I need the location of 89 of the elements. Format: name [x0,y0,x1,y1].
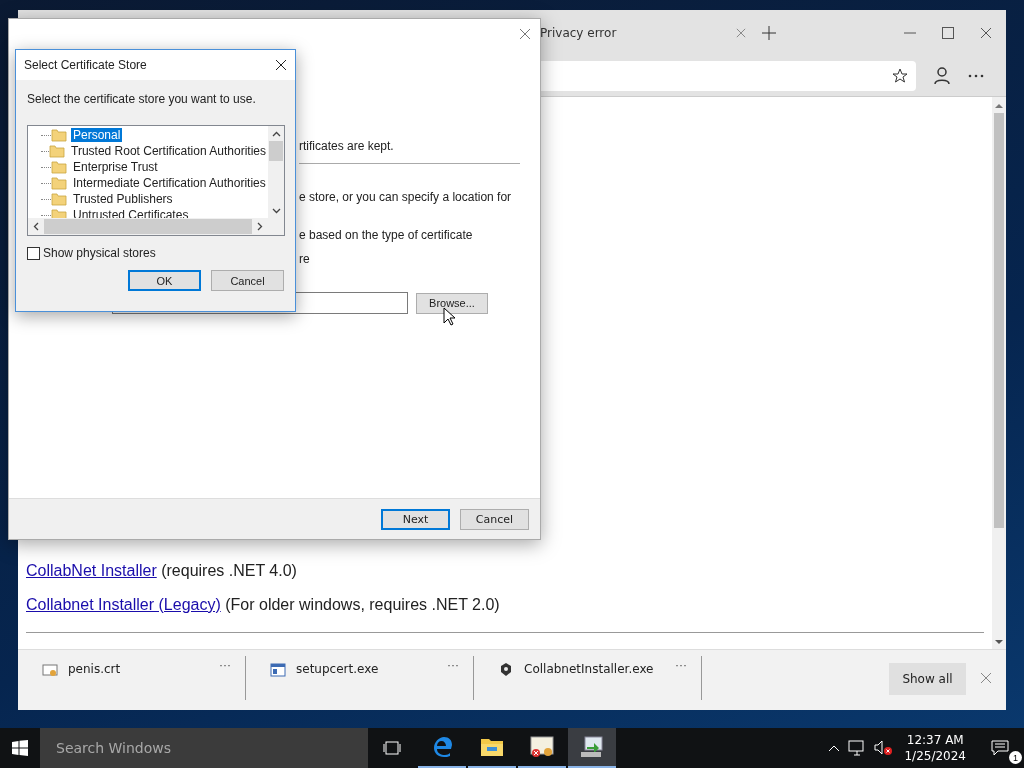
certificate-icon [529,735,555,759]
dialog-button[interactable]: Cancel [211,270,284,291]
installer-link[interactable]: Collabnet Installer (Legacy) [26,596,221,613]
folder-icon [480,736,504,758]
wizard-text: e store, or you can specify a location for [299,190,513,204]
new-tab-button[interactable] [762,26,776,40]
close-icon [980,672,992,684]
file-name: penis.crt [68,662,122,676]
maximize-icon [942,27,954,39]
close-wizard-button[interactable] [519,28,531,40]
requirement-note: (For older windows, requires .NET 2.0) [225,596,500,613]
notification-count: 1 [1009,751,1022,764]
star-icon [892,68,908,84]
mouse-pointer-icon [443,307,455,326]
installer-link[interactable]: CollabNet Installer [26,562,157,579]
browse-button[interactable]: Browse... [416,292,488,314]
clock-date: 1/25/2024 [904,748,966,764]
store-item[interactable]: Intermediate Certification Authorities [71,176,268,190]
task-view-icon [383,741,401,755]
tab-title: Privacy error [540,26,617,40]
certificate-icon [42,662,58,678]
clock-time: 12:37 AM [906,732,964,748]
horizontal-scrollbar[interactable] [28,218,268,235]
download-item[interactable]: penis.crt ··· [18,656,246,700]
folder-icon [51,192,67,206]
wizard-text: e based on the type of certificate [299,228,474,242]
folder-icon [51,160,67,174]
installer-icon [498,662,514,678]
close-icon [275,59,287,71]
installer-icon [579,735,605,759]
scroll-down-icon [271,208,281,214]
person-icon [934,67,950,85]
scroll-thumb[interactable] [994,113,1004,528]
message-icon [991,740,1009,756]
dialog-button[interactable]: OK [128,270,201,291]
close-tab-button[interactable] [736,28,746,38]
download-item[interactable]: CollabnetInstaller.exe ··· [474,656,702,700]
window-icon [270,662,286,678]
scroll-left-icon [33,222,39,231]
wizard-text: re [299,252,311,266]
store-item[interactable]: Trusted Publishers [71,192,175,206]
close-icon [519,28,531,40]
close-dialog-button[interactable] [275,59,287,71]
scroll-thumb[interactable] [44,219,252,234]
requirement-note: (requires .NET 4.0) [161,562,297,579]
scrollbar[interactable] [992,97,1006,649]
folder-icon [49,144,65,158]
close-icon [980,27,992,39]
wizard-button[interactable]: Cancel [460,508,529,530]
scroll-right-icon [257,222,263,231]
scroll-down-icon [995,639,1003,645]
checkbox[interactable] [27,246,40,260]
store-item[interactable]: Personal [71,128,123,142]
dialog-title: Select Certificate Store [24,58,147,72]
file-name: setupcert.exe [296,662,380,676]
more-button[interactable] [968,74,984,78]
caret-up-icon[interactable] [828,744,841,752]
taskbar-app[interactable] [568,728,616,768]
more-options-button[interactable]: ··· [447,658,459,672]
wizard-button[interactable]: Next [381,508,450,530]
scroll-thumb[interactable] [269,141,283,161]
download-item[interactable]: setupcert.exe ··· [246,656,474,700]
search-box[interactable]: Search Windows [40,728,368,768]
close-icon [736,28,746,38]
network-icon[interactable] [848,740,867,756]
scroll-up-icon [271,131,281,137]
dialog-prompt: Select the certificate store you want to use. [27,92,257,106]
start-button[interactable] [12,740,28,756]
folder-icon [51,128,67,142]
file-name: CollabnetInstaller.exe [524,662,655,676]
show-all-button[interactable]: Show all [889,663,966,695]
more-options-button[interactable]: ··· [675,658,687,672]
checkbox-label: Show physical stores [43,246,156,260]
close-downloads-button[interactable] [980,672,992,684]
store-item[interactable]: Trusted Root Certification Authorities [69,144,268,158]
more-icon [968,74,984,78]
maximize-button[interactable] [942,27,954,39]
store-item[interactable]: Enterprise Trust [71,160,160,174]
profile-button[interactable] [934,67,950,85]
wizard-text: rtificates are kept. [299,139,395,153]
scroll-up-icon [995,103,1003,109]
folder-icon [51,176,67,190]
muted-speaker-icon[interactable] [874,740,893,756]
close-window-button[interactable] [980,27,992,39]
clock[interactable]: 12:37 AM 1/25/2024 [904,732,966,764]
vertical-scrollbar[interactable] [268,126,284,218]
windows-logo-icon [12,740,28,756]
plus-icon [762,26,776,40]
more-options-button[interactable]: ··· [219,658,231,672]
